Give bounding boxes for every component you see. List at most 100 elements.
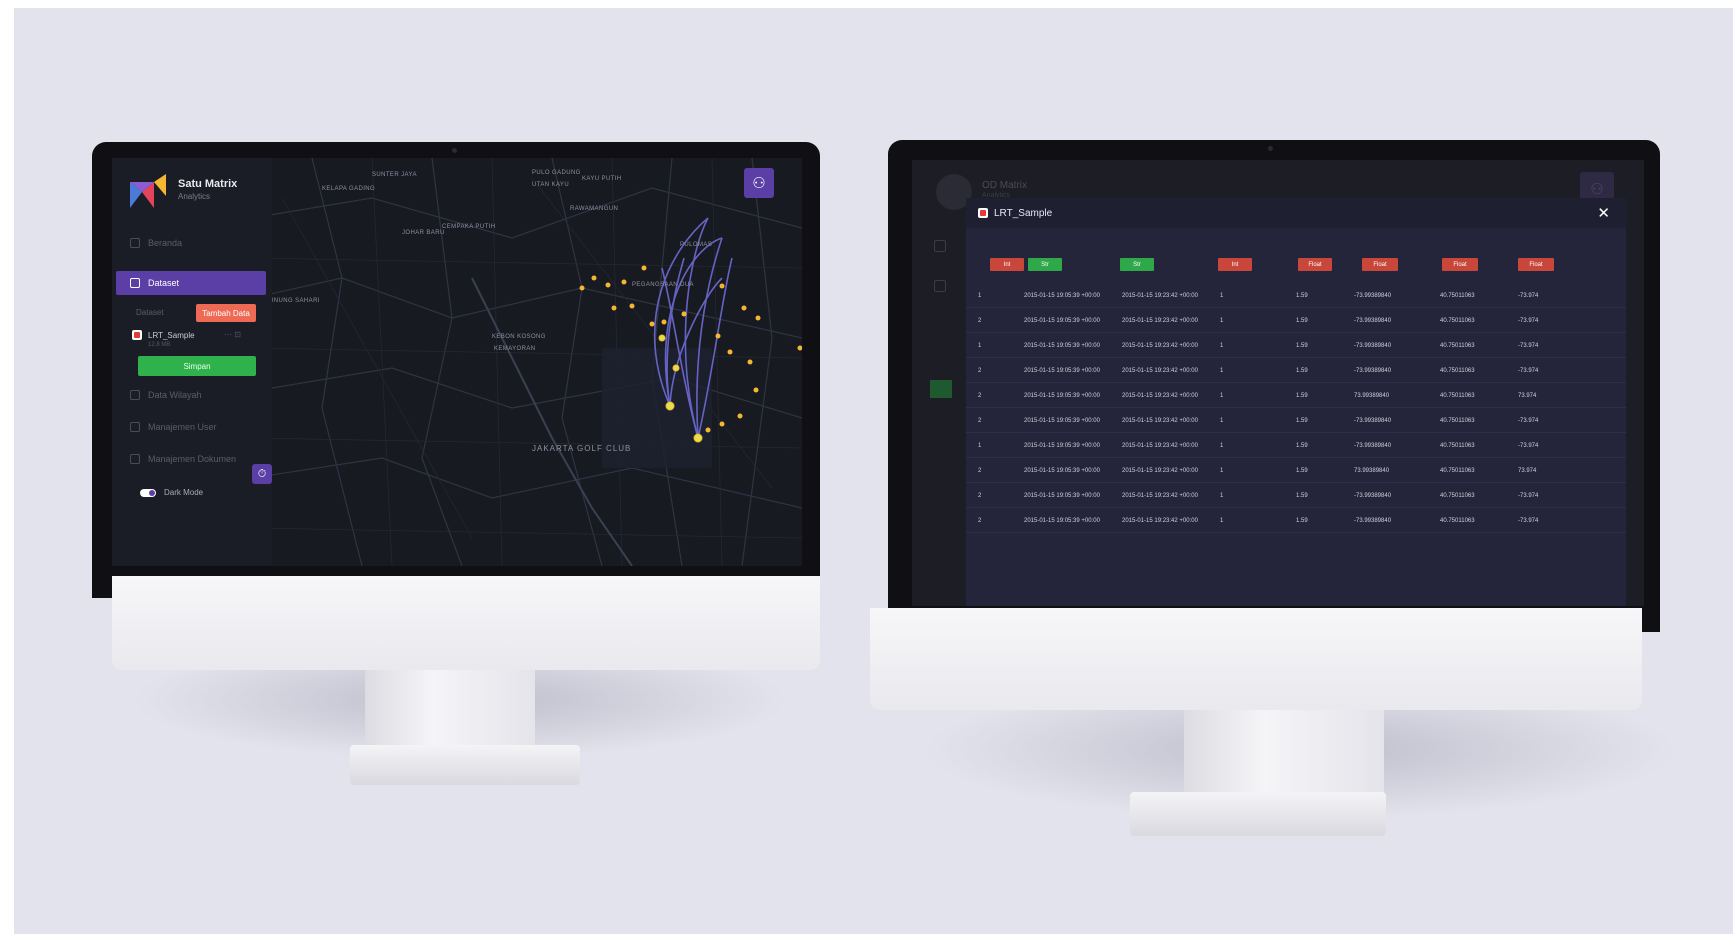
table-cell: 2015-01-15 19:05:39 +00:00 xyxy=(1024,368,1100,374)
table-cell: 1 xyxy=(978,293,982,299)
table-row[interactable]: 2 2015-01-15 19:05:39 +00:00 2015-01-15 19… xyxy=(966,509,1626,533)
map-label: RAWAMANGUN xyxy=(570,206,619,212)
sidebar-item-dataset[interactable]: Dataset xyxy=(116,271,266,295)
table-cell: 1 xyxy=(1220,443,1224,449)
table-cell: 40.75011063 xyxy=(1440,368,1475,374)
table-cell: -73.974 xyxy=(1518,293,1539,299)
table-cell: -73.99389840 xyxy=(1354,368,1392,374)
table-cell: -73.974 xyxy=(1518,343,1539,349)
table-cell: 2 xyxy=(978,468,982,474)
database-icon xyxy=(934,280,946,292)
table-cell: 2015-01-15 19:23:42 +00:00 xyxy=(1122,368,1198,374)
table-cell: 1 xyxy=(1220,393,1224,399)
table-cell: 2 xyxy=(978,318,982,324)
left-imac-camera xyxy=(452,148,457,153)
table-cell: 1 xyxy=(1220,468,1224,474)
column-type-tag: Int xyxy=(990,258,1024,271)
table-row[interactable]: 2 2015-01-15 19:05:39 +00:00 2015-01-15 19… xyxy=(966,384,1626,408)
file-icon xyxy=(978,208,988,218)
sidebar-item-manajemen-user[interactable]: Manajemen User xyxy=(130,422,217,432)
table-row[interactable]: 1 2015-01-15 19:05:39 +00:00 2015-01-15 19… xyxy=(966,434,1626,458)
table-cell: 2015-01-15 19:05:39 +00:00 xyxy=(1024,318,1100,324)
table-cell: 1 xyxy=(1220,318,1224,324)
table-cell: 1 xyxy=(1220,293,1224,299)
table-cell: 2015-01-15 19:23:42 +00:00 xyxy=(1122,468,1198,474)
brand-name: Satu Matrix xyxy=(178,178,238,190)
left-screen: KELAPA GADING SUNTER JAYA PULO GADUNG KA… xyxy=(112,158,802,566)
history-clock-icon[interactable]: ⏱ xyxy=(252,464,272,484)
table-cell: 2 xyxy=(978,418,982,424)
dataset-file-item[interactable]: LRT_Sample xyxy=(132,330,195,340)
table-cell: 2015-01-15 19:23:42 +00:00 xyxy=(1122,518,1198,524)
table-cell: 73.974 xyxy=(1518,393,1537,399)
table-cell: -73.99389840 xyxy=(1354,443,1392,449)
dark-mode-toggle[interactable] xyxy=(140,488,156,497)
new-data-button[interactable]: Tambah Data xyxy=(196,304,256,322)
brand-subtitle: Analytics xyxy=(178,192,211,201)
sidebar-item-data-wilayah[interactable]: Data Wilayah xyxy=(130,390,202,400)
table-cell: 1.59 xyxy=(1296,468,1308,474)
sidebar-item-label: Manajemen Dokumen xyxy=(148,454,237,464)
table-cell: -73.99389840 xyxy=(1354,418,1392,424)
table-cell: 40.75011063 xyxy=(1440,318,1475,324)
table-cell: 1.59 xyxy=(1296,418,1308,424)
map-label: PEGANGSAAN DUA xyxy=(632,282,694,288)
right-imac-foot xyxy=(1130,792,1386,836)
table-cell: 1 xyxy=(978,343,982,349)
sidebar-item-label: Dataset xyxy=(148,278,180,288)
table-cell: 73.974 xyxy=(1518,468,1537,474)
left-imac-stand xyxy=(365,660,535,750)
table-cell: 1 xyxy=(1220,418,1224,424)
table-row[interactable]: 2 2015-01-15 19:05:39 +00:00 2015-01-15 19… xyxy=(966,459,1626,483)
table-row[interactable]: 1 2015-01-15 19:05:39 +00:00 2015-01-15 19… xyxy=(966,284,1626,308)
table-cell: -73.99389840 xyxy=(1354,343,1392,349)
dark-mode-toggle-row[interactable]: Dark Mode xyxy=(140,488,203,497)
table-cell: 40.75011063 xyxy=(1440,293,1475,299)
brand-name: OD Matrix xyxy=(982,180,1027,191)
table-row[interactable]: 2 2015-01-15 19:05:39 +00:00 2015-01-15 19… xyxy=(966,484,1626,508)
table-cell: 1.59 xyxy=(1296,493,1308,499)
table-cell: 40.75011063 xyxy=(1440,493,1475,499)
column-type-tag: Float xyxy=(1362,258,1398,271)
table-cell: 2 xyxy=(978,393,982,399)
table-cell: 40.75011063 xyxy=(1440,518,1475,524)
table-cell: 2015-01-15 19:05:39 +00:00 xyxy=(1024,493,1100,499)
sidebar-item-manajemen-dokumen[interactable]: Manajemen Dokumen xyxy=(130,454,236,464)
table-cell: 2 xyxy=(978,518,982,524)
table-cell: 2015-01-15 19:05:39 +00:00 xyxy=(1024,443,1100,449)
table-row[interactable]: 2 2015-01-15 19:05:39 +00:00 2015-01-15 19… xyxy=(966,409,1626,433)
table-cell: 2 xyxy=(978,368,982,374)
table-cell: 1.59 xyxy=(1296,343,1308,349)
dimmed-green-button xyxy=(930,380,952,398)
user-profile-icon[interactable]: ⚇ xyxy=(744,168,774,198)
table-cell: 2015-01-15 19:05:39 +00:00 xyxy=(1024,518,1100,524)
map-canvas[interactable] xyxy=(252,158,802,566)
close-icon[interactable]: ✕ xyxy=(1597,204,1610,222)
table-cell: 40.75011063 xyxy=(1440,468,1475,474)
sidebar-item-beranda[interactable]: Beranda xyxy=(130,238,182,248)
table-cell: 2 xyxy=(978,493,982,499)
table-cell: 2015-01-15 19:05:39 +00:00 xyxy=(1024,293,1100,299)
dataset-heading: Dataset xyxy=(136,308,164,317)
map-label: CEMPAKA PUTIH xyxy=(442,224,496,230)
map-label: KELAPA GADING xyxy=(322,186,376,192)
table-row[interactable]: 1 2015-01-15 19:05:39 +00:00 2015-01-15 19… xyxy=(966,334,1626,358)
save-button[interactable]: Simpan xyxy=(138,356,256,376)
file-actions-icon[interactable]: ⋯ ⊡ xyxy=(224,330,241,339)
table-cell: -73.99389840 xyxy=(1354,493,1392,499)
table-cell: 2015-01-15 19:23:42 +00:00 xyxy=(1122,393,1198,399)
table-cell: 40.75011063 xyxy=(1440,443,1475,449)
table-cell: 73.99389840 xyxy=(1354,393,1390,399)
frame-top-edge xyxy=(0,0,1733,8)
column-type-tag: Float xyxy=(1442,258,1478,271)
column-type-tag: Int xyxy=(1218,258,1252,271)
table-cell: 1 xyxy=(1220,343,1224,349)
table-cell: 2015-01-15 19:23:42 +00:00 xyxy=(1122,318,1198,324)
table-cell: -73.974 xyxy=(1518,518,1539,524)
right-imac-chin xyxy=(870,608,1642,710)
table-row[interactable]: 2 2015-01-15 19:05:39 +00:00 2015-01-15 19… xyxy=(966,309,1626,333)
modal-header: LRT_Sample xyxy=(966,198,1626,228)
table-cell: 40.75011063 xyxy=(1440,418,1475,424)
table-row[interactable]: 2 2015-01-15 19:05:39 +00:00 2015-01-15 19… xyxy=(966,359,1626,383)
right-imac-camera xyxy=(1268,146,1273,151)
